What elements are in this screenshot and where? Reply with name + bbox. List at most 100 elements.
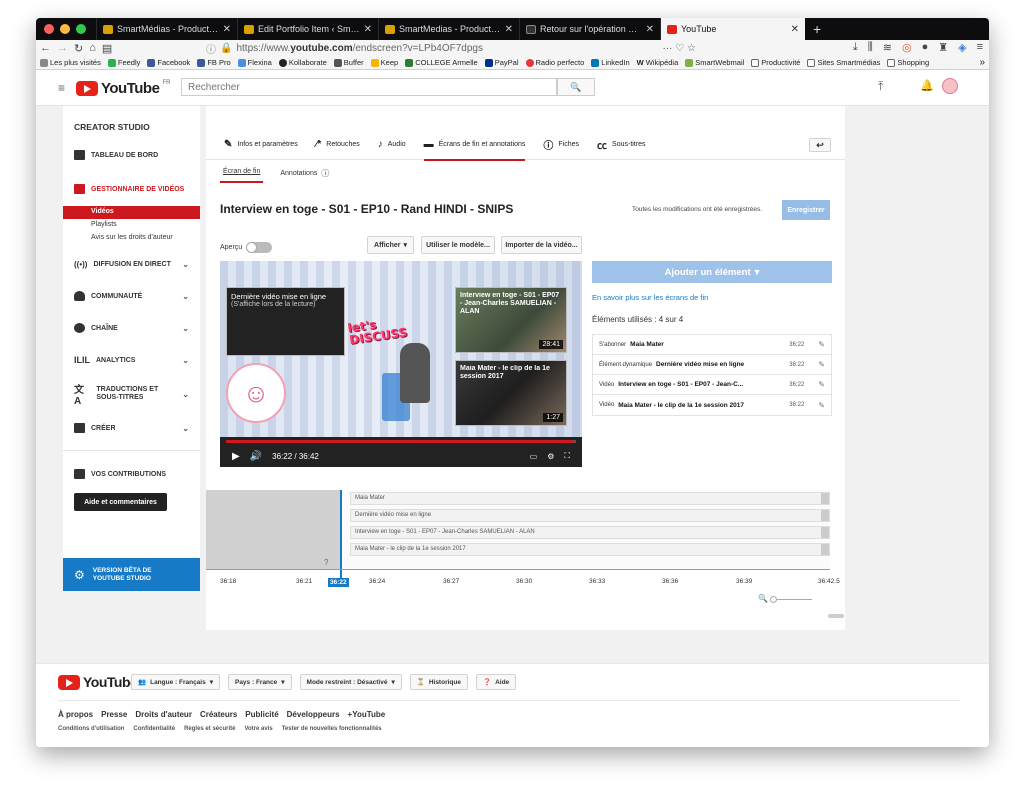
info-icon[interactable]: ⓘ — [206, 41, 216, 56]
history-button[interactable]: ⌛ Historique — [409, 674, 468, 690]
youtube-logo[interactable]: YouTube FR — [76, 80, 170, 97]
close-tab-icon[interactable]: ✕ — [364, 24, 372, 35]
minimize-window-button[interactable] — [60, 24, 70, 34]
footer-link[interactable]: À propos — [58, 710, 93, 719]
subscribe-element[interactable]: ☺ — [226, 363, 286, 423]
more-bookmarks-icon[interactable]: » — [979, 57, 985, 68]
list-item[interactable]: Vidéo Interview en toge - S01 - EP07 - Je… — [593, 375, 831, 395]
footer-link[interactable]: Développeurs — [287, 710, 340, 719]
browser-tab[interactable]: Retour sur l'opération Turquoi ✕ — [519, 18, 660, 40]
list-item[interactable]: Élément dynamique Dernière vidéo mise en … — [593, 355, 831, 375]
sidebar-item-contributions[interactable]: VOS CONTRIBUTIONS — [63, 457, 200, 491]
tab-enhancements[interactable]: ⁄* Retouches — [316, 130, 360, 160]
restricted-mode-dropdown[interactable]: Mode restreint : Désactivé ▾ — [299, 674, 402, 690]
list-item[interactable]: Vidéo Maia Mater - le clip de la 1e sessi… — [593, 395, 831, 415]
page-actions-icon[interactable]: ··· ♡ ☆ — [663, 43, 696, 54]
edit-pencil-icon[interactable]: ✎ — [818, 360, 825, 369]
bookmark-item[interactable]: Keep — [370, 58, 398, 67]
home-icon[interactable]: ⌂ — [89, 42, 96, 54]
bookmark-item[interactable]: Kollaborate — [278, 58, 327, 67]
download-icon[interactable]: ⤓ — [853, 41, 858, 54]
extension-icon[interactable]: ◎ — [902, 41, 912, 54]
list-item[interactable]: S'abonner Maia Mater 36:22 ✎ — [593, 335, 831, 355]
footer-link[interactable]: +YouTube — [348, 710, 386, 719]
volume-icon[interactable]: 🔊 — [250, 451, 262, 462]
fullscreen-icon[interactable]: ⛶ — [564, 451, 570, 461]
language-dropdown[interactable]: 👥 Langue : Français ▾ — [131, 674, 220, 690]
timeline-row[interactable]: Maia Mater — [350, 492, 830, 505]
country-dropdown[interactable]: Pays : France ▾ — [227, 674, 292, 690]
bookmark-item[interactable]: FB Pro — [197, 58, 231, 67]
back-icon[interactable]: ← — [40, 42, 51, 54]
subtab-annotations[interactable]: Annotations ⓘ — [277, 164, 332, 183]
footer-link[interactable]: Publicité — [245, 710, 278, 719]
footer-link[interactable]: Créateurs — [200, 710, 237, 719]
close-tab-icon[interactable]: ✕ — [791, 24, 799, 35]
play-icon[interactable]: ▶ — [232, 451, 240, 462]
settings-gear-icon[interactable]: ⚙ — [547, 452, 554, 461]
add-element-button[interactable]: Ajouter un élément ▾ — [592, 261, 832, 283]
preview-toggle[interactable] — [246, 242, 273, 253]
timeline-scrollbar[interactable] — [828, 614, 844, 618]
extension-icon[interactable]: ● — [922, 41, 929, 54]
bookmark-folder[interactable]: Sites Smartmédias — [807, 58, 880, 67]
menu-icon[interactable]: ≡ — [977, 41, 983, 54]
studio-beta-button[interactable]: ⚙ VERSION BÊTA DE YOUTUBE STUDIO — [63, 558, 200, 591]
sidebar-item-video-manager[interactable]: GESTIONNAIRE DE VIDÉOS — [63, 172, 200, 206]
playhead[interactable] — [340, 490, 342, 586]
bookmark-item[interactable]: Radio perfecto — [525, 58, 584, 67]
footer-link[interactable]: Confidentialité — [133, 726, 175, 732]
sidebar-item-dashboard[interactable]: TABLEAU DE BORD — [63, 144, 200, 166]
maximize-window-button[interactable] — [76, 24, 86, 34]
sidebar-item-live[interactable]: ((•)) DIFFUSION EN DIRECT ⌄ — [63, 248, 200, 280]
footer-link[interactable]: Presse — [101, 710, 127, 719]
browser-tab[interactable]: SmartMédias - Production aud ✕ — [96, 18, 237, 40]
sidebar-item-analytics[interactable]: ılıl ANALYTICS ⌄ — [63, 344, 200, 376]
footer-link[interactable]: Conditions d'utilisation — [58, 726, 124, 732]
bookmark-item[interactable]: Flexina — [237, 58, 272, 67]
timeline-row[interactable]: Interview en toge - S01 - EP07 - Jean-Ch… — [350, 526, 830, 539]
progress-track[interactable] — [226, 440, 576, 443]
bookmark-item[interactable]: PayPal — [484, 58, 519, 67]
subtitles-icon[interactable]: ▭ — [530, 452, 538, 461]
end-screen-element-video-1[interactable]: Interview en toge - S01 - EP07 - Jean-Ch… — [455, 287, 567, 353]
sidebar-item-translations[interactable]: 文A TRADUCTIONS ET SOUS-TITRES ⌄ — [63, 376, 200, 412]
show-dropdown-button[interactable]: Afficher ▾ — [367, 236, 414, 254]
timeline-row[interactable]: Maia Mater - le clip de la 1e session 20… — [350, 543, 830, 556]
footer-link[interactable]: Tester de nouvelles fonctionnalités — [282, 726, 382, 732]
search-input[interactable] — [181, 78, 557, 96]
new-tab-icon[interactable]: + — [805, 21, 829, 37]
extension-icon[interactable]: ♜ — [938, 41, 948, 54]
tab-subtitles[interactable]: ㏄ Sous-titres — [597, 130, 645, 160]
subtab-end-screen[interactable]: Écran de fin — [220, 164, 264, 183]
edit-pencil-icon[interactable]: ✎ — [818, 380, 825, 389]
close-tab-icon[interactable]: ✕ — [505, 24, 513, 35]
hamburger-menu-icon[interactable]: ≡ — [58, 81, 65, 95]
tab-info-settings[interactable]: ✎ Infos et paramètres — [224, 130, 298, 160]
bookmark-item[interactable]: Buffer — [333, 58, 364, 67]
sidebar-subitem-copyright[interactable]: Avis sur les droits d'auteur — [63, 232, 200, 245]
forward-icon[interactable]: → — [57, 42, 68, 54]
bookmark-item[interactable]: Les plus visités — [40, 58, 101, 67]
footer-youtube-logo[interactable]: YouTube — [58, 674, 138, 690]
back-button[interactable]: ↩ — [809, 138, 831, 152]
footer-link[interactable]: Droits d'auteur — [135, 710, 192, 719]
bookmark-item[interactable]: Facebook — [147, 58, 190, 67]
sidebar-subitem-playlists[interactable]: Playlists — [63, 219, 200, 232]
browser-tab[interactable]: Edit Portfolio Item ‹ SmartMédi ✕ — [237, 18, 378, 40]
end-screen-element-video-2[interactable]: Maia Mater - le clip de la 1e session 20… — [455, 360, 567, 426]
learn-more-link[interactable]: En savoir plus sur les écrans de fin — [592, 293, 832, 302]
upload-icon[interactable]: ⤒ — [878, 79, 883, 94]
sidebar-item-create[interactable]: CRÉER ⌄ — [63, 412, 200, 444]
end-screen-element-latest[interactable]: Dernière vidéo mise en ligne (S'affiche … — [226, 287, 345, 356]
bookmark-item[interactable]: W Wikipédia — [637, 58, 679, 67]
avatar[interactable] — [942, 78, 958, 94]
browser-tab-active[interactable]: YouTube ✕ — [660, 18, 805, 40]
bookmark-item[interactable]: SmartWebmail — [685, 58, 744, 67]
notifications-bell-icon[interactable]: 🔔 — [920, 79, 934, 92]
timeline-row[interactable]: Dernière vidéo mise en ligne — [350, 509, 830, 522]
edit-pencil-icon[interactable]: ✎ — [818, 340, 825, 349]
bookmark-item[interactable]: COLLEGE Armelle — [405, 58, 478, 67]
sidebar-subitem-videos[interactable]: Vidéos — [63, 206, 200, 219]
bookmark-item[interactable]: Feedly — [107, 58, 140, 67]
